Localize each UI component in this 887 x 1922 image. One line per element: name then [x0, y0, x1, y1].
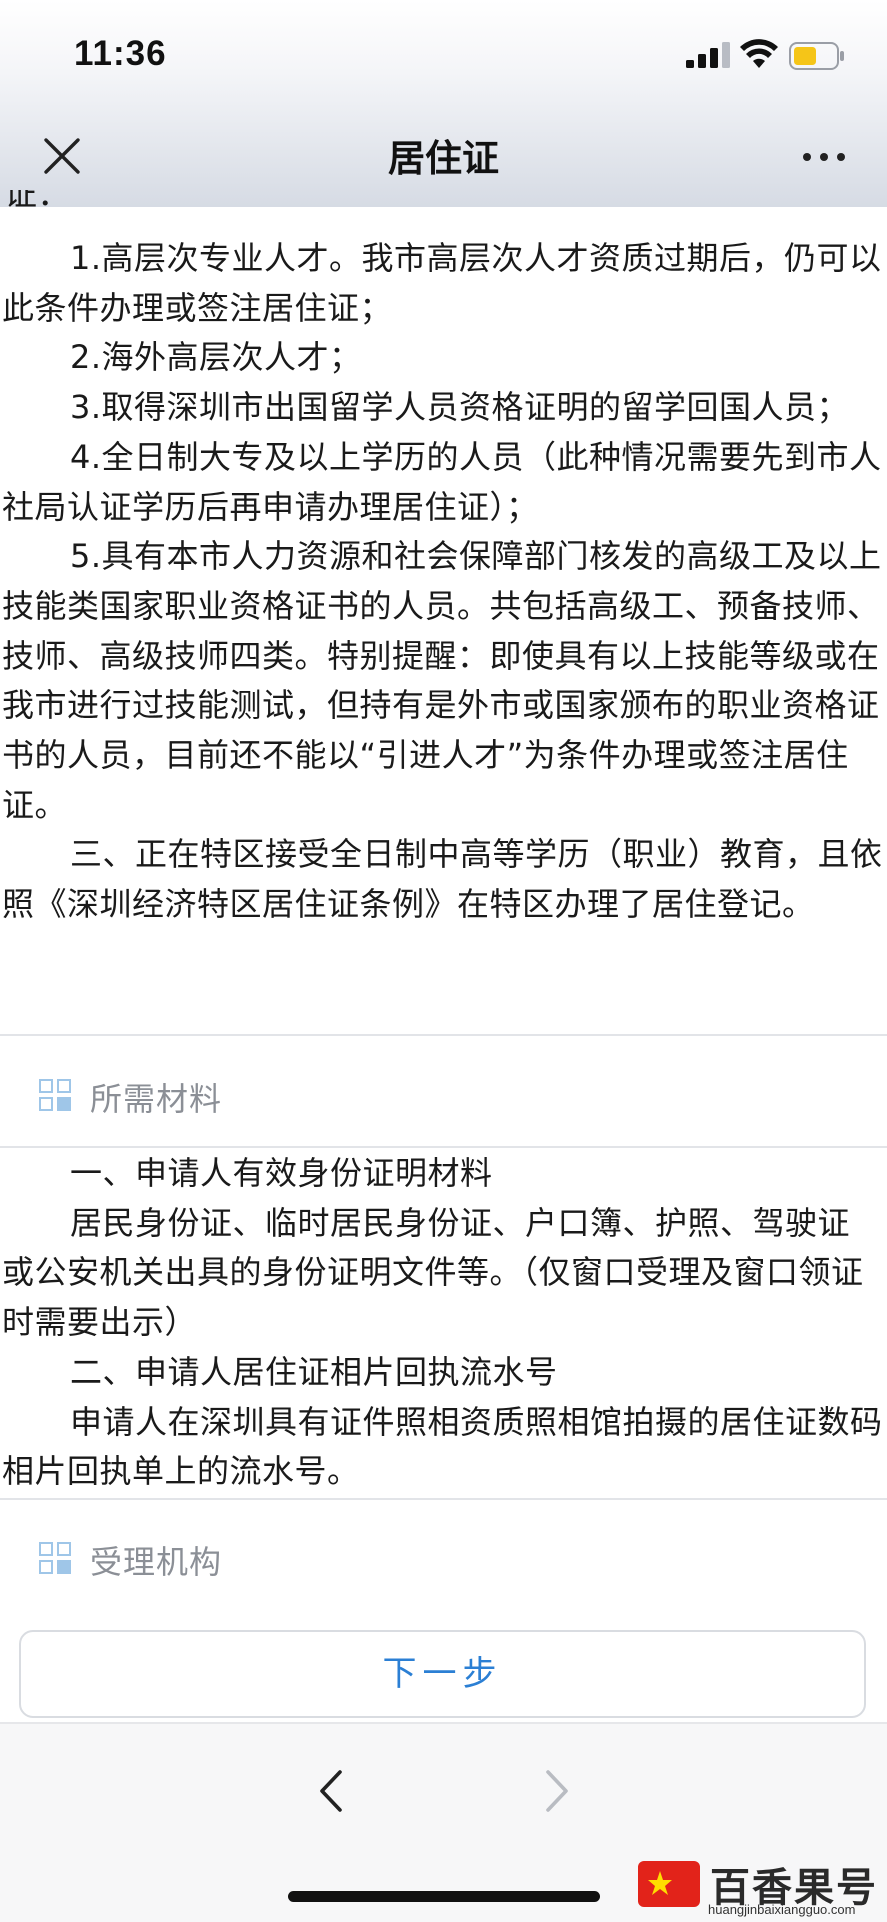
chevron-left-icon[interactable] — [314, 1768, 348, 1814]
watermark: 百香果号 huangjinbaixiangguo.com — [638, 1855, 887, 1920]
home-indicator[interactable] — [288, 1891, 600, 1902]
clipped-text-line: 证： — [4, 190, 70, 213]
section-header-materials[interactable]: 所需材料 — [0, 1036, 887, 1146]
signal-icon — [686, 42, 730, 68]
material-item: 申请人在深圳具有证件照相资质照相馆拍摄的居住证数码相片回执单上的流水号。 — [2, 1402, 883, 1491]
divider — [0, 1146, 887, 1148]
grid-icon — [39, 1542, 71, 1574]
page-title: 居住证 — [388, 137, 499, 180]
section-label: 受理机构 — [90, 1543, 223, 1581]
material-item: 居民身份证、临时居民身份证、户口簿、护照、驾驶证 或公安机关出具的身份证明文件等… — [2, 1203, 864, 1342]
material-item: 一、申请人有效身份证明材料 — [70, 1154, 493, 1192]
condition-item: 1.高层次专业人才。我市高层次人才资质过期后，仍可以此条件办理或签注居住证； — [2, 239, 882, 327]
section-label: 所需材料 — [90, 1080, 223, 1118]
status-time: 11:36 — [74, 34, 167, 73]
condition-item: 三、正在特区接受全日制中高等学历（职业）教育，且依照《深圳经济特区居住证条例》在… — [2, 835, 883, 924]
condition-item: 4.全日制大专及以上学历的人员（此种情况需要先到市人社局认证学历后再申请办理居住… — [2, 437, 882, 526]
materials-list: 一、申请人有效身份证明材料 居民身份证、临时居民身份证、户口簿、护照、驾驶证 或… — [0, 1149, 885, 1497]
condition-item: 3.取得深圳市出国留学人员资格证明的留学回国人员； — [70, 388, 850, 427]
top-bar: 11:36 居住证 — [0, 0, 887, 207]
watermark-url: huangjinbaixiangguo.com — [708, 1902, 856, 1917]
conditions-list: 1.高层次专业人才。我市高层次人才资质过期后，仍可以此条件办理或签注居住证； 2… — [0, 234, 885, 930]
condition-item: 5.具有本市人力资源和社会保障部门核发的高级工及以上技能类国家职业资格证书的人员… — [2, 537, 882, 824]
wifi-icon — [740, 39, 778, 68]
next-step-button[interactable]: 下一步 — [19, 1630, 866, 1718]
battery-icon — [789, 42, 844, 70]
watermark-logo-icon — [638, 1861, 700, 1907]
condition-item: 2.海外高层次人才； — [70, 338, 362, 377]
more-icon[interactable] — [800, 146, 848, 168]
grid-icon — [39, 1079, 71, 1111]
section-header-agency[interactable]: 受理机构 — [0, 1500, 887, 1610]
chevron-right-icon[interactable] — [540, 1768, 574, 1814]
material-item: 二、申请人居住证相片回执流水号 — [70, 1352, 558, 1391]
